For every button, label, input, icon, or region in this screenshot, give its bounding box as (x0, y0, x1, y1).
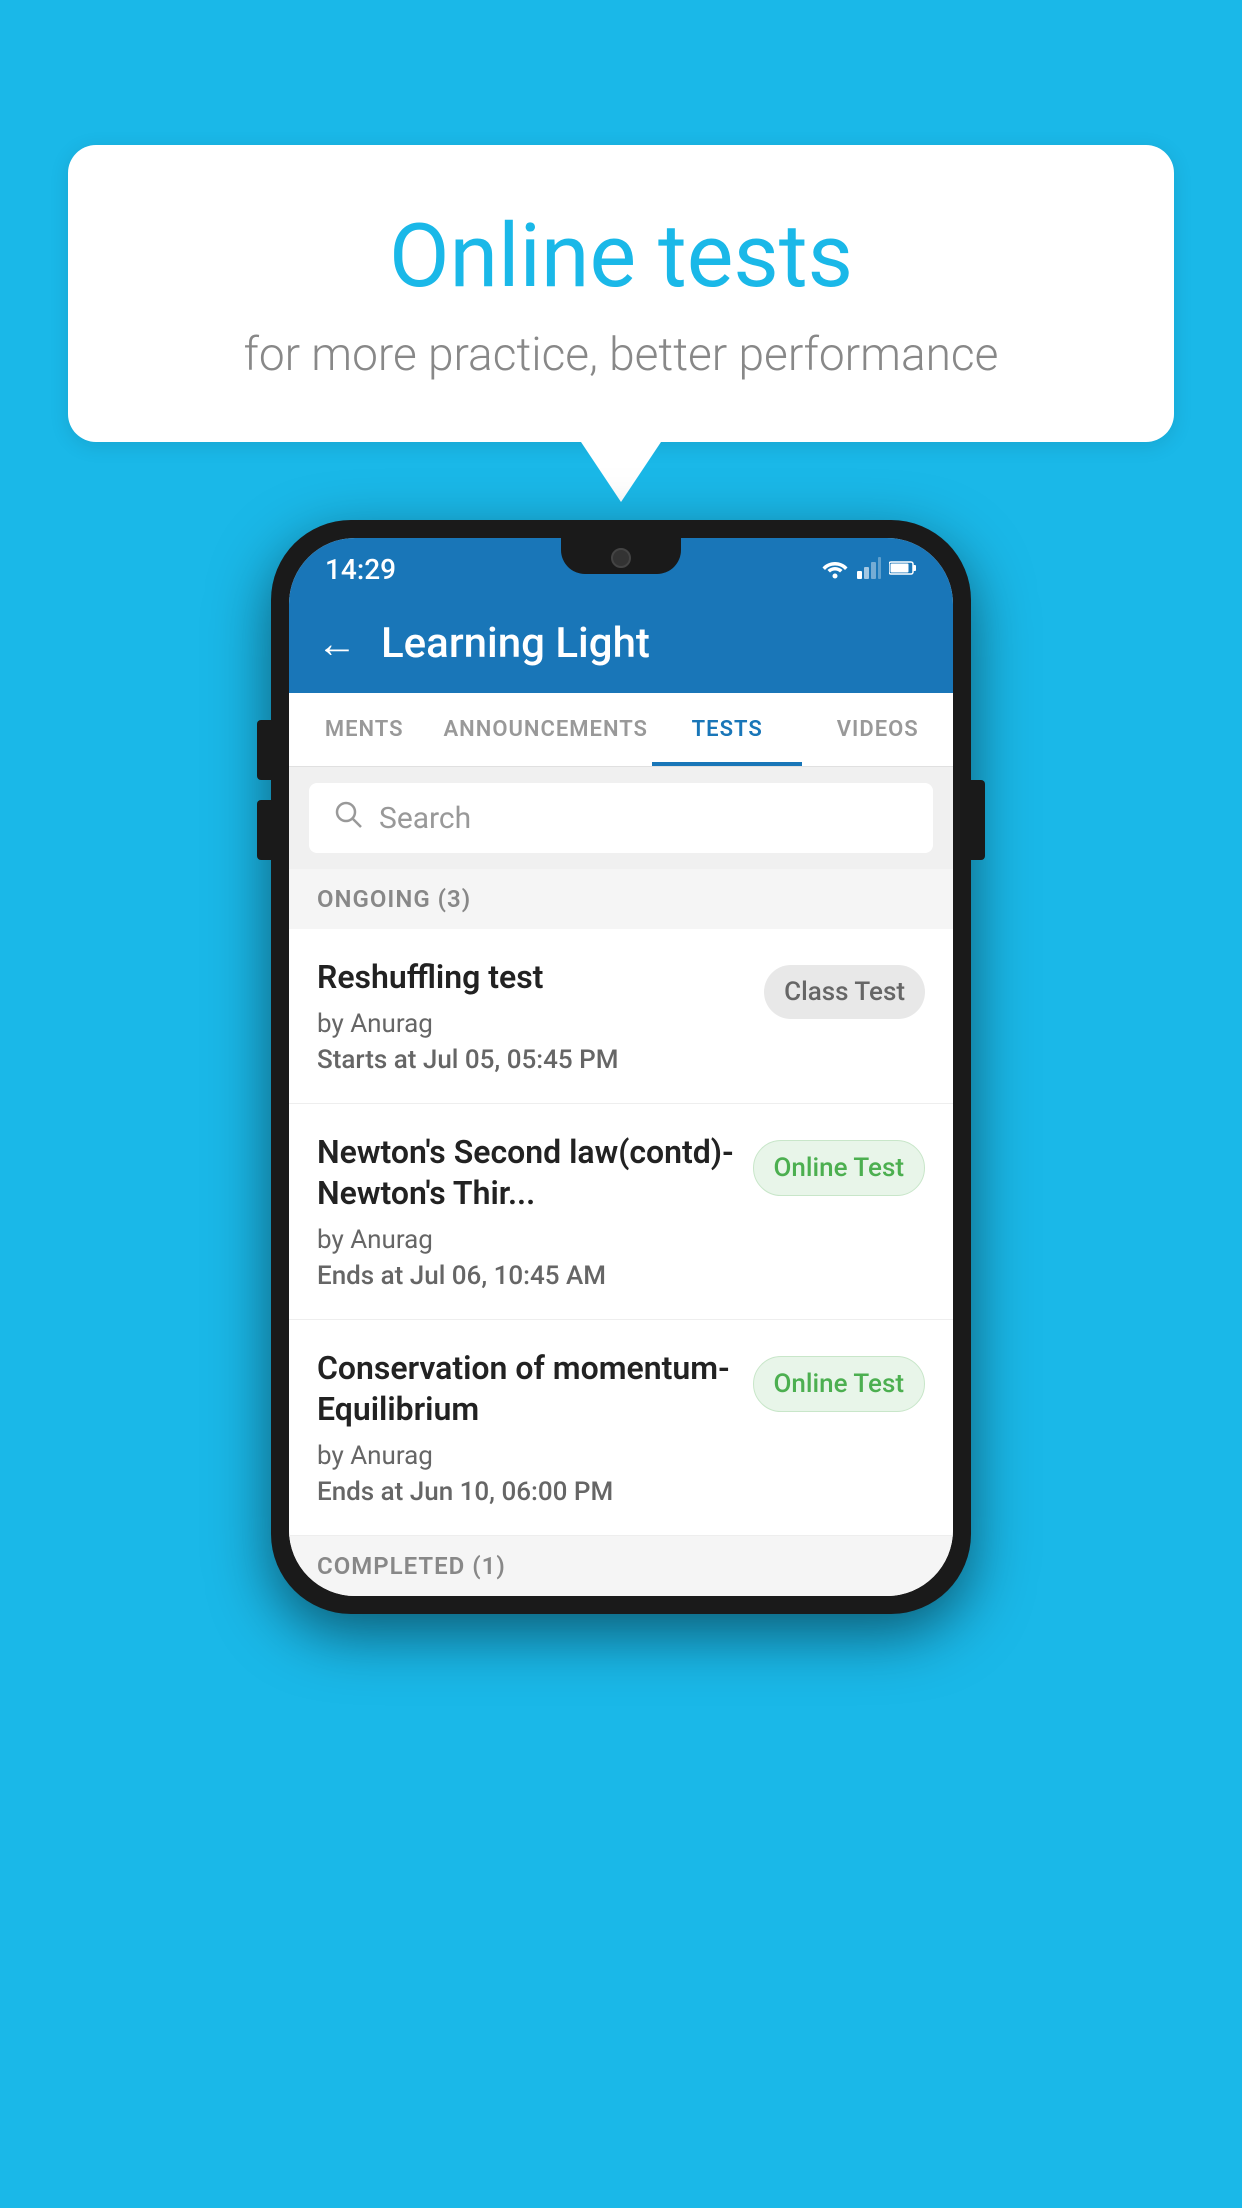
phone-camera (611, 548, 631, 568)
test-item-newtons[interactable]: Newton's Second law(contd)-Newton's Thir… (289, 1104, 953, 1320)
test-author-reshuffling: by Anurag (317, 1009, 748, 1039)
phone-outer-frame: 14:29 (271, 520, 971, 1614)
test-info-reshuffling: Reshuffling test by Anurag Starts at Jul… (317, 957, 748, 1075)
app-bar: ← Learning Light (289, 593, 953, 693)
back-arrow-button[interactable]: ← (317, 620, 357, 667)
tab-announcements[interactable]: ANNOUNCEMENTS (440, 693, 652, 766)
completed-section-header: COMPLETED (1) (289, 1536, 953, 1596)
phone-notch (561, 538, 681, 574)
signal-icon (857, 557, 881, 583)
test-date-reshuffling: Starts at Jul 05, 05:45 PM (317, 1045, 748, 1075)
app-bar-title: Learning Light (381, 619, 650, 668)
phone-screen: 14:29 (289, 538, 953, 1596)
search-bar[interactable]: Search (309, 783, 933, 853)
test-date-conservation: Ends at Jun 10, 06:00 PM (317, 1477, 737, 1507)
status-icons (821, 557, 917, 583)
test-badge-conservation: Online Test (753, 1356, 926, 1412)
speech-bubble-container: Online tests for more practice, better p… (68, 145, 1174, 502)
ongoing-label: ONGOING (3) (317, 885, 471, 913)
search-input-placeholder: Search (379, 801, 471, 836)
test-info-conservation: Conservation of momentum-Equilibrium by … (317, 1348, 737, 1507)
test-title-conservation: Conservation of momentum-Equilibrium (317, 1348, 737, 1431)
tab-ments[interactable]: MENTS (289, 693, 440, 766)
test-info-newtons: Newton's Second law(contd)-Newton's Thir… (317, 1132, 737, 1291)
ongoing-section-header: ONGOING (3) (289, 869, 953, 929)
test-author-conservation: by Anurag (317, 1441, 737, 1471)
wifi-icon (821, 557, 849, 583)
phone-mockup: 14:29 (271, 520, 971, 1614)
battery-icon (889, 560, 917, 580)
test-author-newtons: by Anurag (317, 1225, 737, 1255)
speech-bubble-subtitle: for more practice, better performance (148, 328, 1094, 382)
speech-bubble: Online tests for more practice, better p… (68, 145, 1174, 442)
status-time: 14:29 (325, 553, 396, 586)
search-icon (333, 799, 363, 837)
test-item-conservation[interactable]: Conservation of momentum-Equilibrium by … (289, 1320, 953, 1536)
test-title-reshuffling: Reshuffling test (317, 957, 748, 999)
test-item-reshuffling[interactable]: Reshuffling test by Anurag Starts at Jul… (289, 929, 953, 1104)
speech-bubble-arrow (581, 442, 661, 502)
tab-tests[interactable]: TESTS (652, 693, 803, 766)
test-title-newtons: Newton's Second law(contd)-Newton's Thir… (317, 1132, 737, 1215)
tab-videos[interactable]: VIDEOS (802, 693, 953, 766)
tabs-container: MENTS ANNOUNCEMENTS TESTS VIDEOS (289, 693, 953, 767)
test-badge-reshuffling: Class Test (764, 965, 925, 1019)
phone-inner-frame: 14:29 (289, 538, 953, 1596)
speech-bubble-title: Online tests (148, 205, 1094, 308)
test-date-newtons: Ends at Jul 06, 10:45 AM (317, 1261, 737, 1291)
completed-label: COMPLETED (1) (317, 1552, 506, 1580)
test-badge-newtons: Online Test (753, 1140, 926, 1196)
search-container: Search (289, 767, 953, 869)
